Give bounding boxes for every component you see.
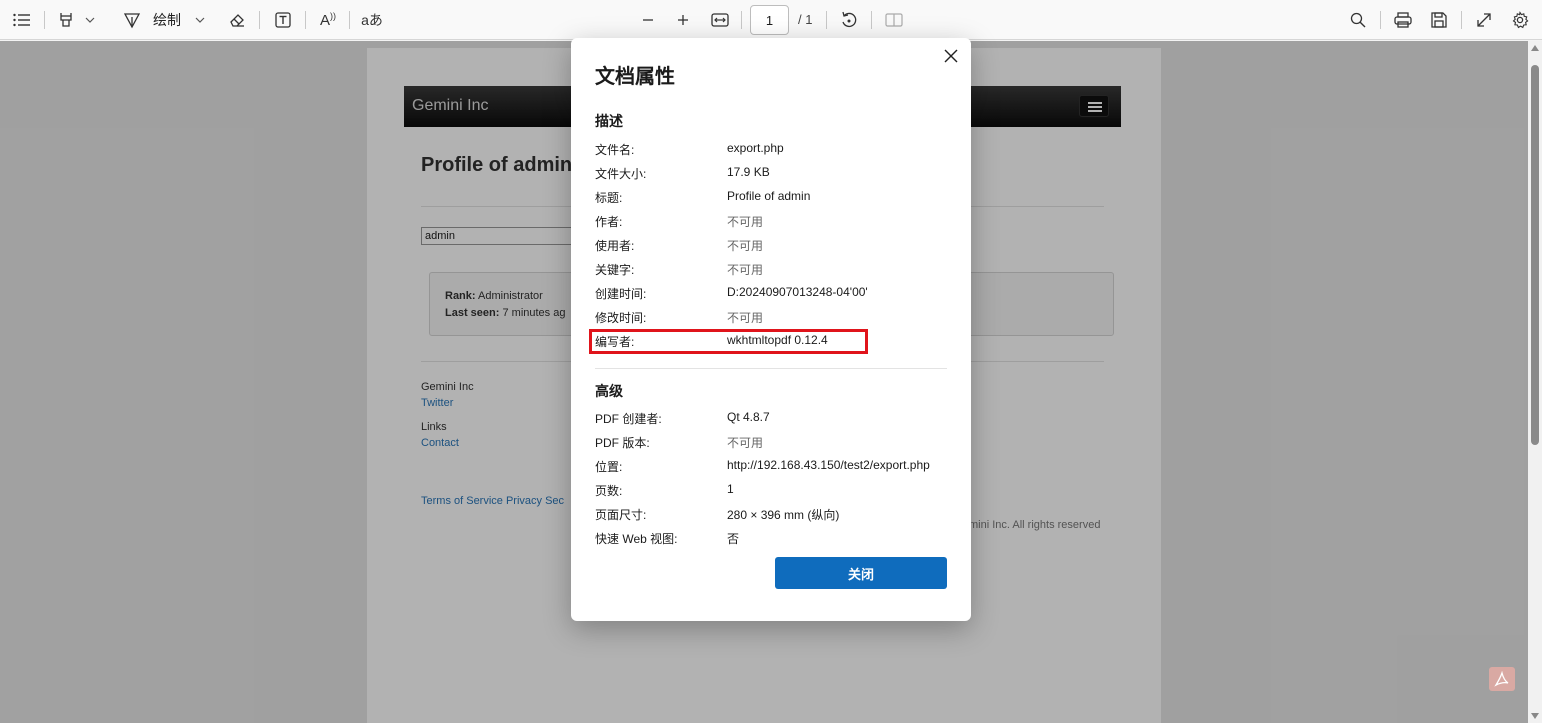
- section-description-heading: 描述: [595, 113, 623, 129]
- prop-label: PDF 版本:: [595, 436, 650, 450]
- prop-label: 位置:: [595, 460, 623, 474]
- prop-value: 不可用: [727, 263, 764, 277]
- settings-gear-icon[interactable]: [1508, 0, 1532, 40]
- page-total: / 1: [798, 12, 813, 27]
- eraser-icon[interactable]: [224, 0, 250, 40]
- red-highlight-box: [589, 329, 868, 354]
- prop-row-title: 标题: Profile of admin: [595, 189, 947, 207]
- pdf-toolbar: 绘制 A)) aあ 1 / 1: [0, 0, 1542, 40]
- zoom-in-icon[interactable]: [671, 0, 695, 40]
- prop-label: 页面尺寸:: [595, 508, 647, 522]
- prop-row-keywords: 关键字: 不可用: [595, 261, 947, 279]
- prop-row-location: 位置: http://192.168.43.150/test2/export.p…: [595, 458, 947, 476]
- dialog-title: 文档属性: [595, 66, 675, 88]
- toolbar-divider: [305, 11, 306, 29]
- prop-label: 作者:: [595, 215, 623, 229]
- prop-value: 不可用: [727, 239, 764, 253]
- prop-value: Profile of admin: [727, 189, 811, 203]
- toolbar-divider: [741, 11, 742, 29]
- prop-value: export.php: [727, 141, 784, 155]
- prop-label: PDF 创建者:: [595, 412, 662, 426]
- prop-label: 页数:: [595, 484, 623, 498]
- document-properties-dialog: 文档属性 描述 文件名: export.php 文件大小: 17.9 KB 标题…: [571, 38, 971, 621]
- save-icon[interactable]: [1427, 0, 1451, 40]
- prop-label: 使用者:: [595, 239, 635, 253]
- prop-row-page-count: 页数: 1: [595, 482, 947, 500]
- contents-list-icon[interactable]: [8, 0, 36, 40]
- add-text-icon[interactable]: [270, 0, 296, 40]
- chevron-down-icon[interactable]: [82, 0, 98, 40]
- prop-row-modified: 修改时间: 不可用: [595, 309, 947, 327]
- prop-value: 不可用: [727, 311, 764, 325]
- section-advanced-heading: 高级: [595, 383, 623, 399]
- toolbar-divider: [44, 11, 45, 29]
- close-icon[interactable]: [939, 44, 963, 68]
- dialog-divider: [595, 368, 947, 369]
- draw-label[interactable]: 绘制: [150, 0, 184, 40]
- vertical-scrollbar[interactable]: [1528, 41, 1542, 723]
- toolbar-divider: [1380, 11, 1381, 29]
- draw-pen-icon[interactable]: [120, 0, 144, 40]
- prop-value: 不可用: [727, 215, 764, 229]
- highlighter-icon[interactable]: [52, 0, 80, 40]
- toolbar-divider: [259, 11, 260, 29]
- prop-row-subject: 使用者: 不可用: [595, 237, 947, 255]
- toolbar-divider: [1461, 11, 1462, 29]
- read-aloud-icon[interactable]: aあ: [358, 0, 386, 40]
- toolbar-divider: [826, 11, 827, 29]
- prop-label: 修改时间:: [595, 311, 647, 325]
- rotate-icon[interactable]: [837, 0, 861, 40]
- prop-label: 文件名:: [595, 143, 635, 157]
- prop-label: 文件大小:: [595, 167, 647, 181]
- zoom-out-icon[interactable]: [636, 0, 660, 40]
- prop-row-filesize: 文件大小: 17.9 KB: [595, 165, 947, 183]
- prop-label: 关键字:: [595, 263, 635, 277]
- prop-value: 280 × 396 mm (纵向): [727, 508, 840, 522]
- page-view-icon[interactable]: [882, 0, 906, 40]
- scroll-down-arrow-icon[interactable]: [1531, 713, 1539, 719]
- prop-row-created: 创建时间: D:20240907013248-04'00': [595, 285, 947, 303]
- prop-row-fast-web-view: 快速 Web 视图: 否: [595, 530, 947, 548]
- prop-row-page-size: 页面尺寸: 280 × 396 mm (纵向): [595, 506, 947, 524]
- print-icon[interactable]: [1391, 0, 1415, 40]
- acrobat-icon[interactable]: [1489, 667, 1515, 691]
- prop-row-filename: 文件名: export.php: [595, 141, 947, 159]
- prop-value: 不可用: [727, 436, 764, 450]
- text-size-icon[interactable]: A)): [315, 0, 341, 40]
- prop-label: 快速 Web 视图:: [595, 532, 678, 546]
- prop-row-pdf-producer: PDF 创建者: Qt 4.8.7: [595, 410, 947, 428]
- search-icon[interactable]: [1346, 0, 1370, 40]
- prop-value: D:20240907013248-04'00': [727, 285, 868, 299]
- fullscreen-icon[interactable]: [1472, 0, 1496, 40]
- prop-value: http://192.168.43.150/test2/export.php: [727, 458, 930, 472]
- prop-row-author: 作者: 不可用: [595, 213, 947, 231]
- toolbar-divider: [871, 11, 872, 29]
- page-number-input[interactable]: 1: [750, 5, 789, 35]
- toolbar-divider: [349, 11, 350, 29]
- prop-label: 标题:: [595, 191, 623, 205]
- fit-width-icon[interactable]: [708, 0, 732, 40]
- prop-label: 创建时间:: [595, 287, 647, 301]
- prop-value: Qt 4.8.7: [727, 410, 770, 424]
- prop-row-pdf-version: PDF 版本: 不可用: [595, 434, 947, 452]
- prop-value: 17.9 KB: [727, 165, 770, 179]
- close-button[interactable]: 关闭: [775, 557, 947, 589]
- prop-value: 1: [727, 482, 734, 496]
- scroll-thumb[interactable]: [1531, 65, 1539, 445]
- prop-value: 否: [727, 532, 740, 546]
- chevron-down-icon[interactable]: [192, 0, 208, 40]
- scroll-up-arrow-icon[interactable]: [1531, 45, 1539, 51]
